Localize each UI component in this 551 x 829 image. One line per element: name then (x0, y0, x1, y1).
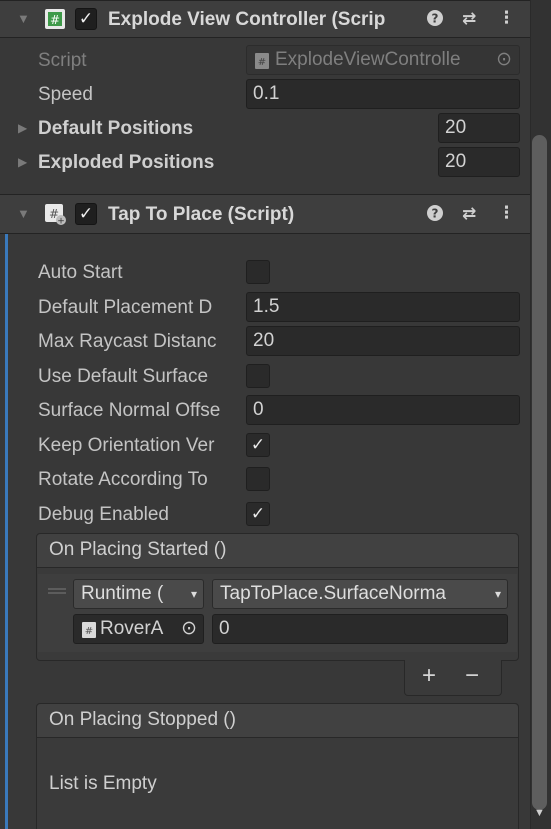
debug-enabled-label: Debug Enabled (38, 504, 169, 525)
svg-text:?: ? (432, 12, 439, 26)
list-empty-text: List is Empty (49, 773, 157, 794)
add-listener-button[interactable]: + (422, 662, 436, 690)
default-placement-label: Default Placement D (38, 297, 213, 318)
svg-text:#: # (50, 13, 60, 27)
svg-text:+: + (57, 217, 65, 226)
exploded-positions-size[interactable]: 20 (438, 147, 520, 177)
runtime-mode-value: Runtime ( (81, 583, 164, 604)
script-file-icon: # (82, 622, 96, 638)
target-object-field[interactable]: # RoverA ⊙ (73, 614, 204, 644)
event-list-row: Runtime ( ▾ TapToPlace.SurfaceNorma ▾ # … (38, 574, 517, 652)
event-title: On Placing Stopped () (37, 704, 518, 738)
presets-icon[interactable]: ⇄ (462, 9, 476, 29)
debug-enabled-toggle[interactable]: ✓ (246, 502, 270, 526)
function-value: TapToPlace.SurfaceNorma (220, 583, 446, 604)
explode-view-controller-header[interactable]: ▼ # ✓ Explode View Controller (Scrip ? ⇄… (0, 0, 530, 38)
auto-start-label: Auto Start (38, 262, 123, 283)
max-raycast-label: Max Raycast Distanc (38, 331, 217, 352)
context-menu-icon[interactable]: ⋮ (498, 8, 515, 28)
presets-icon[interactable]: ⇄ (462, 204, 476, 224)
target-object-value: RoverA (100, 618, 164, 639)
argument-input[interactable]: 0 (212, 614, 508, 644)
keep-orientation-toggle[interactable]: ✓ (246, 433, 270, 457)
runtime-mode-dropdown[interactable]: Runtime ( ▾ (73, 579, 204, 609)
default-placement-input[interactable]: 1.5 (246, 292, 520, 322)
function-dropdown[interactable]: TapToPlace.SurfaceNorma ▾ (212, 579, 508, 609)
svg-text:#: # (258, 57, 266, 68)
help-icon[interactable]: ? (426, 9, 444, 32)
fold-open-icon[interactable]: ▼ (17, 206, 30, 221)
script-add-icon: # + (45, 204, 66, 226)
use-default-surface-toggle[interactable] (246, 364, 270, 388)
object-picker-icon[interactable]: ⊙ (181, 615, 197, 643)
use-default-surface-label: Use Default Surface (38, 366, 209, 387)
object-picker-icon[interactable]: ⊙ (496, 46, 512, 74)
selection-accent-bar (5, 196, 8, 829)
dropdown-arrow-icon: ▾ (494, 587, 501, 601)
max-raycast-input[interactable]: 20 (246, 326, 520, 356)
speed-input[interactable]: 0.1 (246, 79, 520, 109)
default-positions-size[interactable]: 20 (438, 113, 520, 143)
component-title: Explode View Controller (Scrip (108, 9, 386, 30)
script-icon: # (45, 9, 65, 29)
fold-closed-icon[interactable]: ▶ (18, 155, 27, 169)
rotate-according-label: Rotate According To (38, 469, 208, 490)
rotate-according-toggle[interactable] (246, 467, 270, 491)
surface-normal-offset-input[interactable]: 0 (246, 395, 520, 425)
surface-normal-offset-label: Surface Normal Offse (38, 400, 221, 421)
default-positions-label[interactable]: Default Positions (38, 118, 193, 140)
help-icon[interactable]: ? (426, 204, 444, 227)
fold-open-icon[interactable]: ▼ (17, 11, 30, 26)
dropdown-arrow-icon: ▾ (190, 587, 197, 601)
drag-handle-icon[interactable] (48, 588, 66, 594)
fold-closed-icon[interactable]: ▶ (18, 121, 27, 135)
component-enabled-checkbox[interactable]: ✓ (75, 203, 97, 225)
event-title: On Placing Started () (37, 534, 518, 568)
remove-listener-button[interactable]: − (465, 662, 479, 690)
speed-label: Speed (38, 84, 93, 105)
scrollbar-thumb[interactable] (532, 135, 547, 810)
context-menu-icon[interactable]: ⋮ (498, 203, 515, 223)
on-placing-started-event: On Placing Started () Runtime ( ▾ TapToP… (36, 533, 519, 661)
svg-text:?: ? (432, 207, 439, 221)
svg-text:#: # (85, 626, 93, 637)
tap-to-place-header[interactable]: ▼ # + ✓ Tap To Place (Script) ? ⇄ ⋮ (0, 194, 530, 234)
scroll-down-icon[interactable]: ▼ (534, 807, 545, 819)
exploded-positions-label[interactable]: Exploded Positions (38, 152, 214, 174)
script-field: # ExplodeViewControlle ⊙ (246, 45, 520, 75)
script-file-icon: # (255, 53, 269, 69)
auto-start-toggle[interactable] (246, 260, 270, 284)
component-title: Tap To Place (Script) (108, 204, 295, 225)
component-enabled-checkbox[interactable]: ✓ (75, 8, 97, 30)
on-placing-stopped-event: On Placing Stopped () List is Empty (36, 703, 519, 829)
keep-orientation-label: Keep Orientation Ver (38, 435, 215, 456)
event-list-buttons: + − (404, 660, 502, 696)
script-label: Script (38, 50, 87, 71)
script-value: ExplodeViewControlle (275, 49, 461, 70)
